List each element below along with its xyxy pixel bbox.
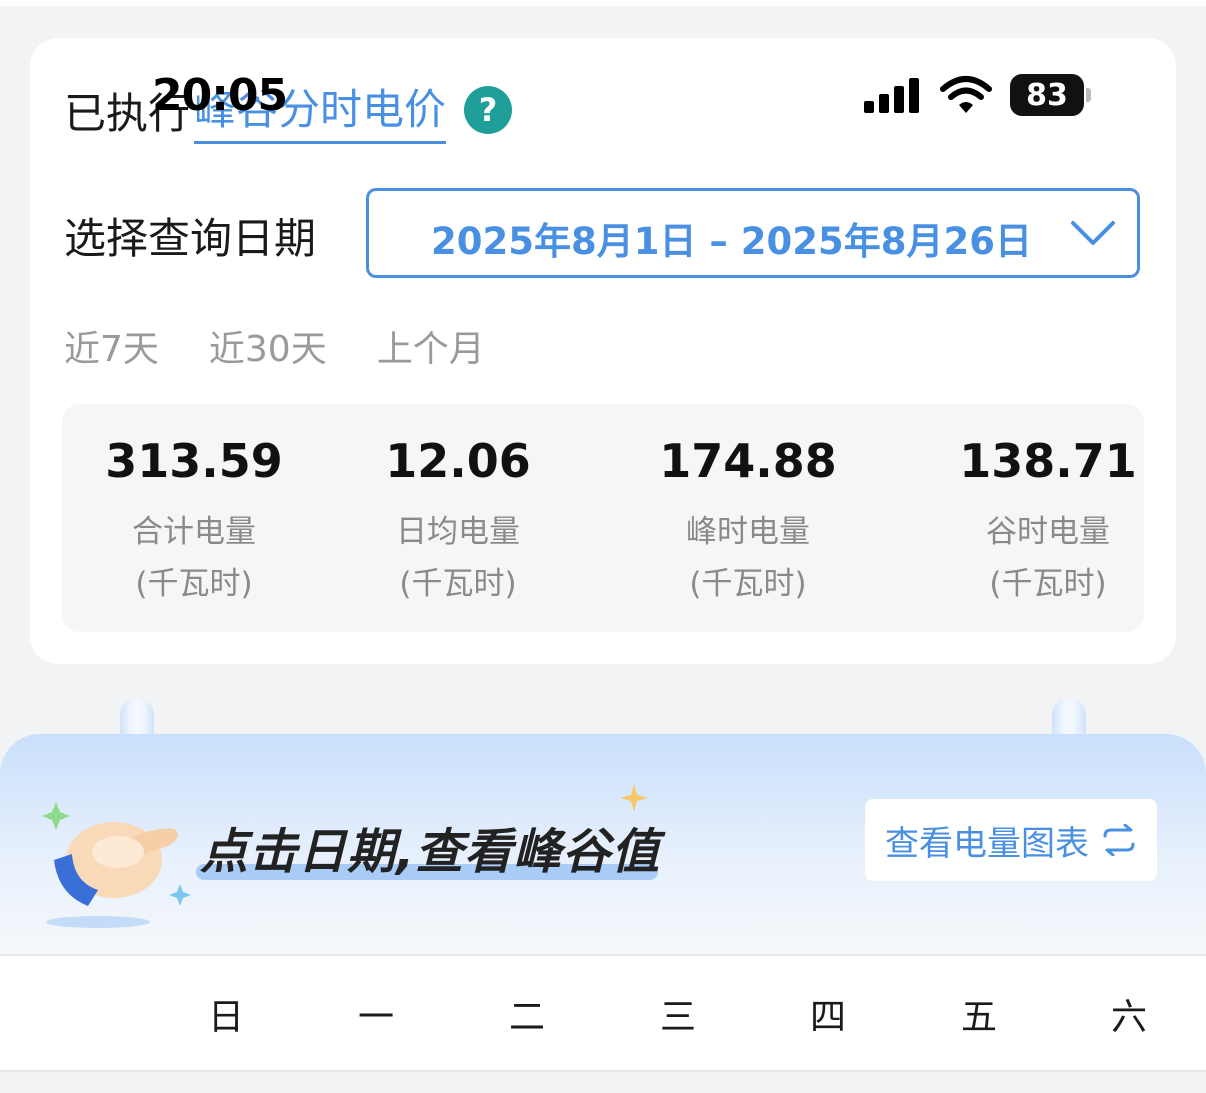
stat-label: 谷时电量 (千瓦时) <box>938 506 1158 610</box>
stat-unit: (千瓦时) <box>135 566 253 602</box>
chevron-down-icon <box>1071 221 1115 245</box>
stat-value: 12.06 <box>385 434 531 488</box>
weekday-mon: 一 <box>357 997 394 1038</box>
stat-unit: (千瓦时) <box>399 566 517 602</box>
quick-range-7days[interactable]: 近7天 <box>64 320 159 372</box>
tariff-title: 已执行 峰谷分时电价 ? <box>64 78 513 144</box>
status-time: 20:05 <box>152 70 288 121</box>
date-row: 选择查询日期 <box>64 188 364 282</box>
stat-label-text: 峰时电量 <box>686 514 810 550</box>
battery-cap <box>1086 88 1091 102</box>
status-icons: 83 <box>862 74 1091 116</box>
stat-total: 313.59 合计电量 (千瓦时) <box>84 434 304 610</box>
stat-label-text: 合计电量 <box>132 514 256 550</box>
battery-level: 83 <box>1010 74 1084 116</box>
switch-icon <box>1103 824 1135 856</box>
stat-daily-average: 12.06 日均电量 (千瓦时) <box>348 434 568 610</box>
stat-value: 138.71 <box>959 434 1137 488</box>
cellular-signal-icon <box>864 78 919 113</box>
quick-range-row: 近7天 近30天 上个月 <box>64 320 485 372</box>
stat-value: 174.88 <box>659 434 837 488</box>
battery-icon: 83 <box>1010 74 1091 116</box>
stat-label: 合计电量 (千瓦时) <box>84 506 304 610</box>
weekday-header: 日 一 二 三 四 五 六 <box>0 954 1206 1072</box>
pointing-hand-icon <box>42 802 191 928</box>
view-chart-label: 查看电量图表 <box>885 823 1089 864</box>
stat-valley: 138.71 谷时电量 (千瓦时) <box>938 434 1158 610</box>
quick-range-30days[interactable]: 近30天 <box>209 320 327 372</box>
weekday-sat: 六 <box>1110 997 1147 1038</box>
stat-peak: 174.88 峰时电量 (千瓦时) <box>638 434 858 610</box>
quick-range-last-month[interactable]: 上个月 <box>377 320 485 372</box>
date-range-select[interactable]: 2025年8月1日 – 2025年8月26日 <box>366 188 1140 278</box>
sparkle-icon <box>620 784 648 812</box>
date-range-value: 2025年8月1日 – 2025年8月26日 <box>431 220 1032 263</box>
weekday-tue: 二 <box>508 997 545 1038</box>
question-circle-icon[interactable]: ? <box>464 86 513 134</box>
stat-unit: (千瓦时) <box>689 566 807 602</box>
stat-label: 日均电量 (千瓦时) <box>348 506 568 610</box>
date-label: 选择查询日期 <box>64 213 317 263</box>
stat-label: 峰时电量 (千瓦时) <box>638 506 858 610</box>
top-strip <box>0 0 1206 6</box>
weekday-wed: 三 <box>659 997 696 1038</box>
calendar-banner: 点击日期,查看峰谷值 查看电量图表 <box>0 734 1206 954</box>
stat-label-text: 谷时电量 <box>986 514 1110 550</box>
weekday-thu: 四 <box>809 997 846 1038</box>
stat-label-text: 日均电量 <box>396 514 520 550</box>
wifi-icon <box>940 76 992 113</box>
view-chart-button[interactable]: 查看电量图表 <box>865 799 1157 881</box>
weekday-sun: 日 <box>207 997 244 1038</box>
weekday-fri: 五 <box>960 997 997 1038</box>
stat-unit: (千瓦时) <box>989 566 1107 602</box>
summary-card: 已执行 峰谷分时电价 ? 选择查询日期 2025年8月1日 – 2025年8月2… <box>30 38 1176 664</box>
stats-box: 313.59 合计电量 (千瓦时) 12.06 日均电量 (千瓦时) 174.8… <box>62 404 1144 632</box>
calendar-hint: 点击日期,查看峰谷值 <box>200 824 661 880</box>
stat-value: 313.59 <box>105 434 283 488</box>
